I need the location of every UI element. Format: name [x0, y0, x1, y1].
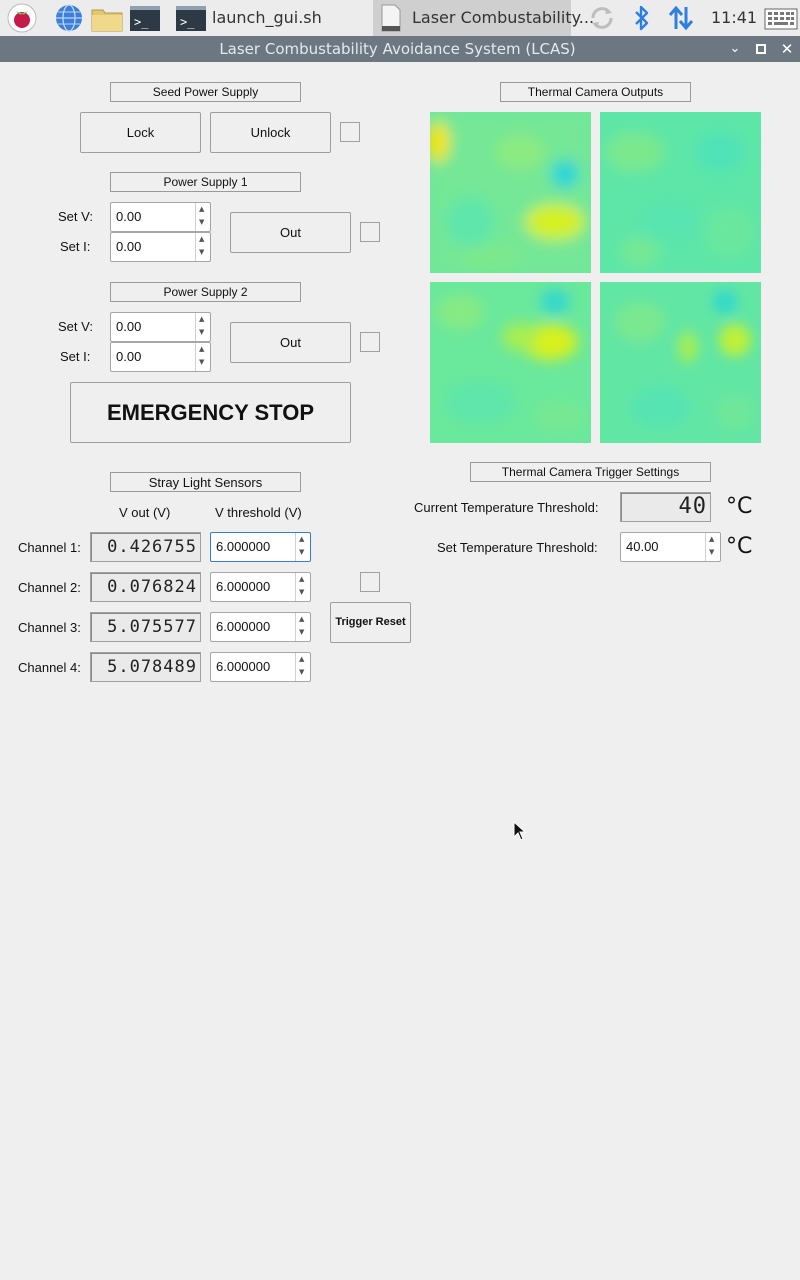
ps1-out-button[interactable]: Out — [230, 212, 351, 253]
maximize-icon[interactable] — [749, 36, 773, 62]
window-title: Laser Combustability Avoidance System (L… — [219, 40, 576, 58]
channel-vthreshold-spinbox[interactable]: 6.000000 ▲ ▼ — [210, 532, 311, 562]
channel-vthreshold-value: 6.000000 — [216, 579, 271, 594]
ps1-set-v-label: Set V: — [58, 209, 93, 224]
channel-vout-display: 0.076824 — [90, 572, 201, 602]
ps2-set-v-value: 0.00 — [116, 319, 142, 334]
close-icon[interactable]: ✕ — [775, 36, 799, 62]
ps1-set-i-spinbox[interactable]: 0.00 ▲ ▼ — [110, 232, 211, 262]
channel-vthreshold-spinbox[interactable]: 6.000000 ▲ ▼ — [210, 612, 311, 642]
ps1-set-i-value: 0.00 — [116, 239, 142, 254]
spin-arrows-icon[interactable]: ▲ ▼ — [195, 233, 210, 261]
svg-text:>_: >_ — [180, 15, 195, 29]
lock-button[interactable]: Lock — [80, 112, 201, 153]
spin-arrows-icon[interactable]: ▲ ▼ — [195, 343, 210, 371]
task-laser-window[interactable]: Laser Combustability... — [373, 0, 594, 36]
spin-arrows-icon[interactable]: ▲ ▼ — [295, 533, 310, 561]
current-threshold-label: Current Temperature Threshold: — [414, 500, 599, 515]
svg-text:>_: >_ — [134, 15, 149, 29]
seed-group-title: Seed Power Supply — [110, 82, 301, 102]
set-threshold-unit: °C — [726, 534, 753, 559]
file-manager-icon[interactable] — [91, 3, 123, 33]
terminal-icon[interactable]: >_ — [129, 3, 160, 33]
spin-arrows-icon[interactable]: ▲ ▼ — [295, 653, 310, 681]
channel-vthreshold-value: 6.000000 — [216, 619, 271, 634]
channel-label: Channel 3: — [18, 620, 81, 635]
thermal-camera-4 — [600, 282, 761, 443]
channel-vthreshold-spinbox[interactable]: 6.000000 ▲ ▼ — [210, 572, 311, 602]
trigger-reset-button[interactable]: Trigger Reset — [330, 602, 411, 643]
keyboard-icon[interactable] — [764, 3, 798, 33]
ps1-group-title: Power Supply 1 — [110, 172, 301, 192]
web-browser-icon[interactable] — [54, 3, 84, 33]
channel-vthreshold-value: 6.000000 — [216, 659, 271, 674]
trigger-status-checkbox[interactable] — [360, 572, 380, 592]
ps1-set-v-value: 0.00 — [116, 209, 142, 224]
spin-arrows-icon[interactable]: ▲ ▼ — [705, 533, 720, 561]
network-icon[interactable] — [666, 3, 696, 33]
ps1-set-v-spinbox[interactable]: 0.00 ▲ ▼ — [110, 202, 211, 232]
channel-label: Channel 2: — [18, 580, 81, 595]
stray-group-title: Stray Light Sensors — [110, 472, 301, 492]
emergency-stop-button[interactable]: EMERGENCY STOP — [70, 382, 351, 443]
update-icon[interactable] — [587, 3, 617, 33]
channel-vout-display: 0.426755 — [90, 532, 201, 562]
ps1-set-i-label: Set I: — [60, 239, 91, 254]
thermal-camera-2 — [600, 112, 761, 273]
channel-vthreshold-spinbox[interactable]: 6.000000 ▲ ▼ — [210, 652, 311, 682]
ps2-set-i-spinbox[interactable]: 0.00 ▲ ▼ — [110, 342, 211, 372]
unlock-button[interactable]: Unlock — [210, 112, 331, 153]
minimize-icon[interactable]: ⌄ — [723, 36, 747, 62]
ps2-set-v-spinbox[interactable]: 0.00 ▲ ▼ — [110, 312, 211, 342]
ps2-group-title: Power Supply 2 — [110, 282, 301, 302]
task-laser-window-label: Laser Combustability... — [412, 8, 595, 27]
ps1-out-checkbox[interactable] — [360, 222, 380, 242]
current-threshold-display: 40 — [620, 492, 711, 522]
ps2-set-i-value: 0.00 — [116, 349, 142, 364]
ps2-out-checkbox[interactable] — [360, 332, 380, 352]
window-titlebar[interactable]: Laser Combustability Avoidance System (L… — [0, 36, 800, 62]
set-threshold-value: 40.00 — [626, 539, 659, 554]
thermal-outputs-title: Thermal Camera Outputs — [500, 82, 691, 102]
channel-vthreshold-value: 6.000000 — [216, 539, 271, 554]
bluetooth-icon[interactable] — [627, 3, 657, 33]
taskbar: >_ >_ launch_gui.sh Laser Combustability… — [0, 0, 800, 36]
current-threshold-unit: °C — [726, 494, 753, 519]
clock[interactable]: 11:41 — [711, 0, 757, 36]
channel-label: Channel 1: — [18, 540, 81, 555]
ps2-out-button[interactable]: Out — [230, 322, 351, 363]
set-threshold-label: Set Temperature Threshold: — [437, 540, 598, 555]
spin-arrows-icon[interactable]: ▲ ▼ — [195, 313, 210, 341]
task-launch-gui[interactable]: launch_gui.sh — [212, 0, 322, 36]
raspberry-menu-icon[interactable] — [7, 3, 37, 33]
ps2-set-i-label: Set I: — [60, 349, 91, 364]
vout-column-header: V out (V) — [119, 505, 171, 520]
spin-arrows-icon[interactable]: ▲ ▼ — [295, 573, 310, 601]
thermal-camera-3 — [430, 282, 591, 443]
set-threshold-spinbox[interactable]: 40.00 ▲ ▼ — [620, 532, 721, 562]
spin-arrows-icon[interactable]: ▲ ▼ — [195, 203, 210, 231]
ps2-set-v-label: Set V: — [58, 319, 93, 334]
seed-status-checkbox[interactable] — [340, 122, 360, 142]
channel-label: Channel 4: — [18, 660, 81, 675]
channel-vout-display: 5.075577 — [90, 612, 201, 642]
spin-arrows-icon[interactable]: ▲ ▼ — [295, 613, 310, 641]
thermal-camera-1 — [426, 112, 591, 273]
thermal-trigger-title: Thermal Camera Trigger Settings — [470, 462, 711, 482]
vthreshold-column-header: V threshold (V) — [215, 505, 302, 520]
mouse-cursor-icon — [513, 820, 527, 841]
terminal-task-icon[interactable]: >_ — [175, 3, 206, 33]
channel-vout-display: 5.078489 — [90, 652, 201, 682]
